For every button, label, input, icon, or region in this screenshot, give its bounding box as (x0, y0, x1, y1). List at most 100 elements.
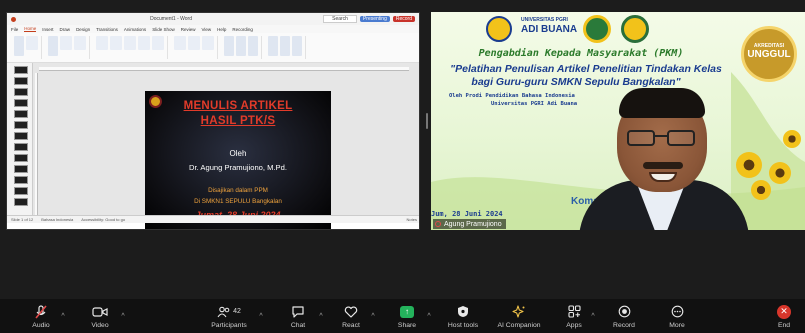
chat-icon (291, 304, 305, 320)
layout-icon[interactable] (60, 36, 72, 50)
record-icon (618, 304, 631, 320)
ai-companion-button[interactable]: AI Companion (494, 299, 544, 333)
cut-icon[interactable] (26, 36, 38, 50)
react-options-caret[interactable]: ^ (368, 299, 378, 333)
slide-thumbnail[interactable] (14, 77, 28, 85)
mic-muted-icon (435, 221, 441, 227)
menu-help[interactable]: Help (217, 27, 226, 32)
shapes-icon[interactable] (224, 36, 234, 56)
menu-home[interactable]: Home (24, 26, 37, 32)
university-label-big: ADI BUANA (521, 24, 578, 35)
react-label: React (342, 321, 360, 329)
bold-icon[interactable] (110, 36, 122, 50)
participants-button[interactable]: 42 Participants (206, 299, 252, 333)
audio-button[interactable]: Audio (26, 299, 56, 333)
share-options-caret[interactable]: ^ (424, 299, 434, 333)
apps-button[interactable]: Apps (562, 299, 586, 333)
current-slide[interactable]: MENULIS ARTIKEL HASIL PTK/S Oleh Dr. Agu… (145, 91, 331, 229)
quick-styles-icon[interactable] (248, 36, 258, 56)
find-icon[interactable] (268, 36, 278, 56)
slide-thumbnail[interactable] (14, 121, 28, 129)
line-spacing-icon[interactable] (202, 36, 214, 50)
paste-icon[interactable] (14, 36, 24, 56)
font-color-icon[interactable] (152, 36, 164, 50)
video-options-caret[interactable]: ^ (118, 299, 128, 333)
speaker-video-tile[interactable]: UNIVERSITAS PGRI ADI BUANA AKREDITASI UN… (431, 12, 805, 230)
arrange-icon[interactable] (236, 36, 246, 56)
sunflower-icon (751, 180, 771, 200)
italic-icon[interactable] (124, 36, 136, 50)
slide-place: Di SMKN1 SEPULU Bangkalan (194, 198, 282, 205)
end-meeting-button[interactable]: ✕ End (772, 299, 796, 333)
reset-icon[interactable] (74, 36, 86, 50)
speaker-glasses (627, 130, 697, 148)
host-tools-button[interactable]: Host tools (444, 299, 482, 333)
slide-thumbnail[interactable] (14, 143, 28, 151)
slide-thumbnail[interactable] (14, 99, 28, 107)
participant-name-tag: Agung Pramujiono (433, 219, 506, 229)
react-button[interactable]: React (338, 299, 364, 333)
slide-thumbnail[interactable] (14, 66, 28, 74)
share-button[interactable]: ↑ Share (394, 299, 420, 333)
powerpoint-app-icon (11, 16, 16, 22)
app-titlebar: Document1 - Word Search Presenting Recor… (7, 13, 419, 25)
menu-draw[interactable]: Draw (60, 27, 71, 32)
vertical-ruler (35, 73, 38, 218)
slide-thumbnail[interactable] (14, 187, 28, 195)
participants-icon: 42 (217, 304, 241, 320)
more-icon (671, 304, 684, 320)
slide-thumbnail[interactable] (14, 176, 28, 184)
shared-screen-tile[interactable]: Document1 - Word Search Presenting Recor… (6, 12, 420, 230)
menu-insert[interactable]: Insert (42, 27, 53, 32)
slide-thumbnail[interactable] (14, 154, 28, 162)
presenting-badge[interactable]: Presenting (359, 16, 390, 22)
ribbon-toolbar (7, 33, 419, 63)
record-badge[interactable]: Record (392, 16, 415, 22)
slide-thumbnail[interactable] (14, 88, 28, 96)
apps-icon (567, 304, 581, 320)
more-button[interactable]: More (664, 299, 690, 333)
menu-view[interactable]: View (201, 27, 211, 32)
menu-file[interactable]: File (11, 27, 18, 32)
status-slide-count: Slide 1 of 12 (11, 217, 34, 222)
new-slide-icon[interactable] (48, 36, 58, 56)
menu-review[interactable]: Review (181, 27, 196, 32)
video-button[interactable]: Video (86, 299, 114, 333)
share-label: Share (397, 321, 417, 329)
chat-button[interactable]: Chat (286, 299, 310, 333)
menu-transitions[interactable]: Transitions (96, 27, 118, 32)
camera-icon (92, 304, 108, 320)
menu-recording[interactable]: Recording (232, 27, 253, 32)
participants-count: 42 (233, 308, 241, 315)
underline-icon[interactable] (138, 36, 150, 50)
dictate-icon[interactable] (280, 36, 290, 56)
tile-resize-handle[interactable] (425, 12, 429, 230)
speaker-hair (619, 88, 705, 118)
align-icon[interactable] (188, 36, 200, 50)
chat-options-caret[interactable]: ^ (316, 299, 326, 333)
zoom-meeting-window: Document1 - Word Search Presenting Recor… (0, 0, 805, 333)
status-language[interactable]: Bahasa Indonesia (41, 217, 73, 222)
window-title: Document1 - Word (150, 16, 192, 22)
slide-thumbnail[interactable] (14, 132, 28, 140)
record-button[interactable]: Record (610, 299, 638, 333)
font-icon[interactable] (96, 36, 108, 50)
designer-icon[interactable] (292, 36, 302, 56)
participants-options-caret[interactable]: ^ (256, 299, 266, 333)
slide-thumbnail[interactable] (14, 198, 28, 206)
banner-title-line2: bagi Guru-guru SMKN Sepulu Bangkalan" (471, 76, 681, 88)
audio-options-caret[interactable]: ^ (58, 299, 68, 333)
accreditation-badge: AKREDITASI UNGGUL (741, 26, 797, 82)
slide-title-line2: HASIL PTK/S (200, 115, 276, 127)
status-accessibility[interactable]: Accessibility: Good to go (81, 217, 125, 222)
status-notes[interactable]: Notes (407, 217, 417, 222)
search-box[interactable]: Search (323, 15, 357, 23)
menu-animations[interactable]: Animations (124, 27, 146, 32)
menu-design[interactable]: Design (76, 27, 90, 32)
banner-date: Jum, 28 Juni 2024 (431, 210, 503, 218)
slide-thumbnail[interactable] (14, 165, 28, 173)
slide-thumbnail[interactable] (14, 110, 28, 118)
menu-slide-show[interactable]: Slide Show (152, 27, 175, 32)
apps-options-caret[interactable]: ^ (588, 299, 598, 333)
bullets-icon[interactable] (174, 36, 186, 50)
